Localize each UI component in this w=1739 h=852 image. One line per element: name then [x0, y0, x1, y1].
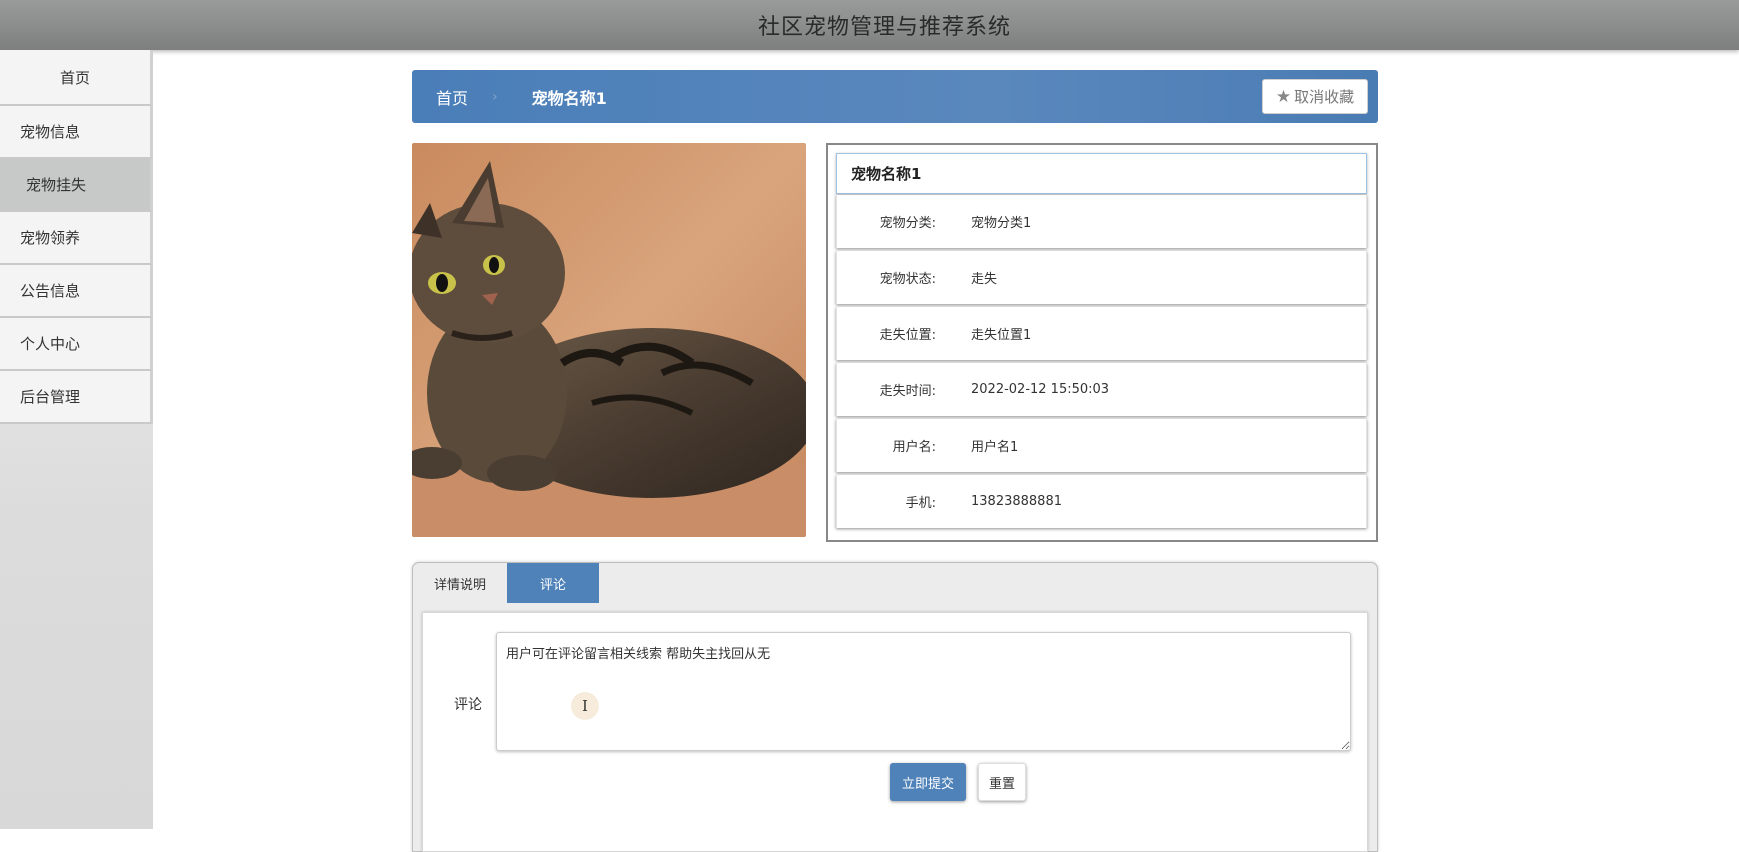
pet-info-panel: 宠物名称1 宠物分类: 宠物分类1 宠物状态: 走失 走失位置: 走失位置1 走… [826, 143, 1378, 542]
text-cursor-icon: I [571, 692, 599, 720]
tab-details[interactable]: 详情说明 [413, 563, 507, 603]
sidebar-item-personal-center[interactable]: 个人中心 [0, 318, 153, 371]
info-row-lost-location: 走失位置: 走失位置1 [836, 307, 1367, 360]
sidebar-item-admin[interactable]: 后台管理 [0, 371, 153, 424]
pet-photo [412, 143, 806, 537]
tab-comments[interactable]: 评论 [507, 563, 599, 603]
info-row-category: 宠物分类: 宠物分类1 [836, 195, 1367, 248]
info-label: 宠物状态: [879, 272, 936, 287]
info-value: 13823888881 [971, 494, 1062, 509]
sidebar-item-pet-lost[interactable]: 宠物挂失 [0, 159, 153, 212]
breadcrumb: 首页 › 宠物名称1 ★ 取消收藏 [412, 70, 1378, 123]
sidebar: 首页 宠物信息 宠物挂失 宠物领养 公告信息 个人中心 后台管理 [0, 50, 153, 829]
sidebar-item-announcements[interactable]: 公告信息 [0, 265, 153, 318]
submit-button[interactable]: 立即提交 [890, 763, 966, 801]
sidebar-item-home[interactable]: 首页 [0, 50, 153, 106]
breadcrumb-current: 宠物名称1 [531, 88, 607, 108]
comment-label: 评论 [454, 697, 482, 713]
sidebar-item-pet-info[interactable]: 宠物信息 [0, 106, 153, 159]
info-value: 走失位置1 [971, 328, 1032, 343]
comment-form: 评论 用户可在评论留言相关线索 帮助失主找回从无 I 立即提交 重置 [422, 612, 1368, 852]
info-label: 用户名: [892, 440, 936, 455]
info-label: 宠物分类: [879, 216, 936, 231]
app-title: 社区宠物管理与推荐系统 [757, 15, 1011, 40]
info-row-lost-time: 走失时间: 2022-02-12 15:50:03 [836, 363, 1367, 416]
info-value: 宠物分类1 [971, 216, 1032, 231]
info-value: 2022-02-12 15:50:03 [971, 382, 1110, 397]
reset-button[interactable]: 重置 [978, 763, 1026, 801]
pet-name-heading: 宠物名称1 [836, 153, 1367, 194]
info-value: 走失 [971, 272, 998, 287]
info-label: 走失位置: [879, 328, 936, 343]
comment-input[interactable]: 用户可在评论留言相关线索 帮助失主找回从无 [496, 632, 1351, 751]
unfavorite-button[interactable]: ★ 取消收藏 [1262, 79, 1368, 114]
unfavorite-label: 取消收藏 [1294, 88, 1355, 106]
breadcrumb-separator: › [492, 88, 498, 105]
star-icon: ★ [1275, 86, 1292, 107]
app-header: 社区宠物管理与推荐系统 [0, 0, 1739, 50]
tabs-panel: 详情说明 评论 评论 用户可在评论留言相关线索 帮助失主找回从无 I 立即提交 … [412, 562, 1378, 852]
info-row-phone: 手机: 13823888881 [836, 475, 1367, 528]
info-row-status: 宠物状态: 走失 [836, 251, 1367, 304]
info-value: 用户名1 [971, 440, 1019, 455]
breadcrumb-home-link[interactable]: 首页 [436, 85, 468, 109]
info-label: 走失时间: [879, 384, 936, 399]
info-row-username: 用户名: 用户名1 [836, 419, 1367, 472]
info-label: 手机: [905, 496, 936, 511]
sidebar-item-pet-adopt[interactable]: 宠物领养 [0, 212, 153, 265]
